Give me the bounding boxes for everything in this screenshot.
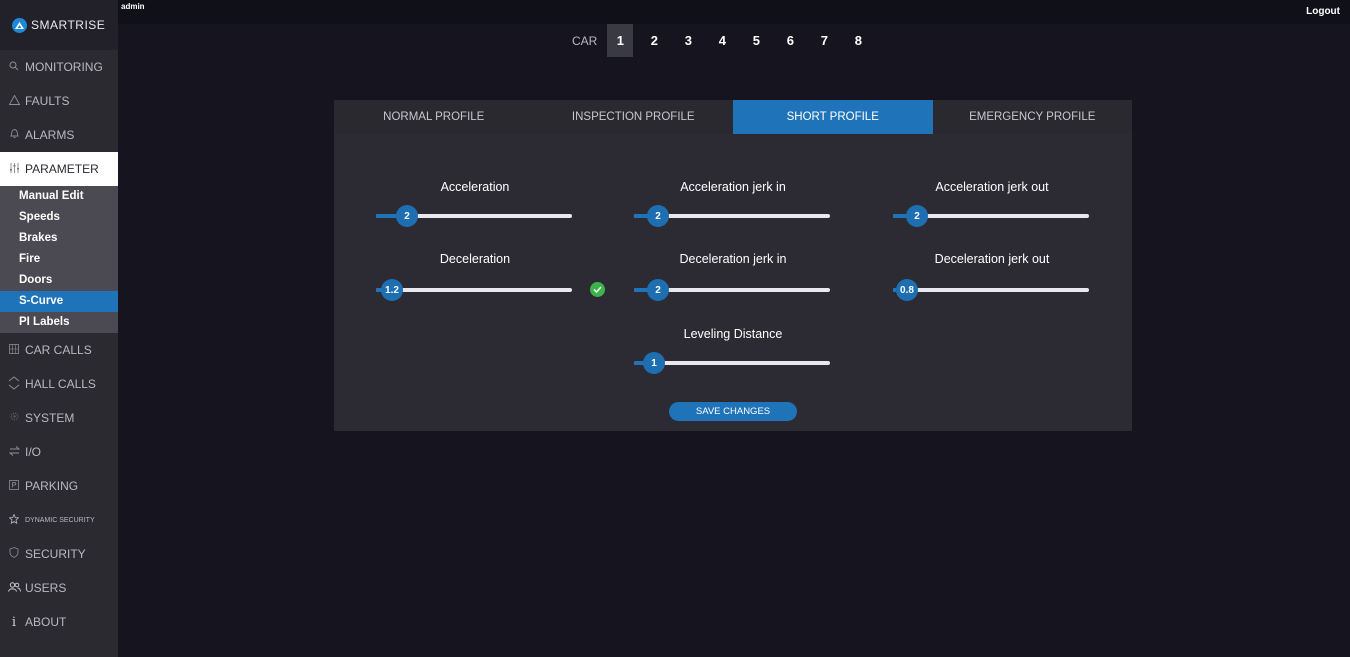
topbar: admin Logout [118, 0, 1350, 24]
slider-thumb[interactable]: 2 [647, 279, 669, 301]
car-5-button[interactable]: 5 [739, 24, 773, 57]
submenu-item-speeds[interactable]: Speeds [0, 207, 118, 228]
slider-thumb[interactable]: 1 [643, 352, 665, 374]
car-4-button[interactable]: 4 [705, 24, 739, 57]
accel-jerk-out-slider[interactable]: 2 [893, 205, 1089, 227]
tab-short-profile[interactable]: SHORT PROFILE [733, 100, 933, 134]
sidebar-item-label: ABOUT [25, 615, 67, 629]
profile-tabs: NORMAL PROFILE INSPECTION PROFILE SHORT … [334, 100, 1132, 134]
car-7-button[interactable]: 7 [807, 24, 841, 57]
car-selector: CAR 1 2 3 4 5 6 7 8 [560, 24, 875, 57]
slider-thumb[interactable]: 2 [647, 205, 669, 227]
sidebar-item-label: PARAMETER [25, 162, 99, 176]
sidebar-item-car-calls[interactable]: CAR CALLS [0, 333, 118, 367]
keypad-icon [8, 343, 20, 357]
current-user: admin [121, 2, 145, 11]
users-icon [8, 581, 21, 595]
parking-icon [8, 479, 20, 493]
swap-icon [8, 445, 20, 459]
sidebar-item-dynamic-security[interactable]: DYNAMIC SECURITY [0, 503, 118, 537]
sidebar-item-label: ALARMS [25, 128, 75, 142]
brand-logo[interactable]: SMARTRISE [0, 0, 118, 50]
info-icon: i [11, 614, 17, 630]
sidebar-item-label: MONITORING [25, 60, 103, 74]
accel-jerk-in-slider[interactable]: 2 [634, 205, 830, 227]
sidebar-item-about[interactable]: i ABOUT [0, 605, 118, 639]
star-icon [8, 512, 20, 527]
slider-thumb[interactable]: 1.2 [381, 279, 403, 301]
submenu-item-doors[interactable]: Doors [0, 270, 118, 291]
car-1-button[interactable]: 1 [607, 24, 634, 57]
sidebar: SMARTRISE MONITORING FAULTS ALARMS PARAM… [0, 0, 118, 657]
slider-thumb[interactable]: 2 [906, 205, 928, 227]
car-6-button[interactable]: 6 [773, 24, 807, 57]
slider-track [893, 288, 1089, 292]
car-3-button[interactable]: 3 [671, 24, 705, 57]
logout-link[interactable]: Logout [1306, 6, 1340, 17]
warning-icon [8, 94, 20, 108]
accel-jerk-out-label: Acceleration jerk out [935, 180, 1049, 194]
gear-icon [8, 412, 20, 424]
decel-jerk-out-slider[interactable]: 0.8 [893, 279, 1089, 301]
bell-icon [8, 128, 20, 142]
sidebar-item-label: HALL CALLS [25, 377, 96, 391]
submenu-item-pi-labels[interactable]: PI Labels [0, 312, 118, 333]
sidebar-item-io[interactable]: I/O [0, 435, 118, 469]
leveling-distance-label: Leveling Distance [683, 327, 783, 341]
decel-jerk-out-label: Deceleration jerk out [934, 252, 1050, 266]
submenu-item-s-curve[interactable]: S-Curve [0, 291, 118, 312]
sidebar-item-label: PARKING [25, 479, 79, 493]
decel-jerk-in-label: Deceleration jerk in [679, 252, 787, 266]
sidebar-item-security[interactable]: SECURITY [0, 537, 118, 571]
sidebar-item-parking[interactable]: PARKING [0, 469, 118, 503]
sidebar-item-monitoring[interactable]: MONITORING [0, 50, 118, 84]
shield-icon [8, 547, 20, 561]
car-2-button[interactable]: 2 [637, 24, 671, 57]
car-8-button[interactable]: 8 [841, 24, 875, 57]
tab-inspection-profile[interactable]: INSPECTION PROFILE [533, 100, 733, 134]
sidebar-item-label: SECURITY [25, 547, 86, 561]
sidebar-item-hall-calls[interactable]: HALL CALLS [0, 367, 118, 401]
acceleration-slider[interactable]: 2 [376, 205, 572, 227]
sidebar-item-faults[interactable]: FAULTS [0, 84, 118, 118]
submenu-item-fire[interactable]: Fire [0, 249, 118, 270]
smartrise-logo-icon [12, 17, 27, 33]
tab-normal-profile[interactable]: NORMAL PROFILE [334, 100, 534, 134]
parameter-submenu: Manual Edit Speeds Brakes Fire Doors S-C… [0, 186, 118, 333]
sidebar-item-label: SYSTEM [25, 411, 75, 425]
submenu-item-manual-edit[interactable]: Manual Edit [0, 186, 118, 207]
submenu-item-brakes[interactable]: Brakes [0, 228, 118, 249]
sidebar-item-label: USERS [25, 581, 67, 595]
saved-check-icon [590, 282, 605, 297]
decel-jerk-in-slider[interactable]: 2 [634, 279, 830, 301]
slider-track [376, 288, 572, 292]
sidebar-item-alarms[interactable]: ALARMS [0, 118, 118, 152]
save-changes-button[interactable]: SAVE CHANGES [669, 402, 797, 421]
search-icon [8, 61, 20, 74]
slider-thumb[interactable]: 0.8 [896, 279, 918, 301]
sidebar-item-label: I/O [25, 445, 42, 459]
slider-thumb[interactable]: 2 [396, 205, 418, 227]
accel-jerk-in-label: Acceleration jerk in [680, 180, 786, 194]
deceleration-label: Deceleration [439, 252, 511, 266]
s-curve-panel: NORMAL PROFILE INSPECTION PROFILE SHORT … [334, 100, 1132, 431]
leveling-distance-slider[interactable]: 1 [634, 352, 830, 374]
sidebar-item-users[interactable]: USERS [0, 571, 118, 605]
sidebar-item-system[interactable]: SYSTEM [0, 401, 118, 435]
tab-emergency-profile[interactable]: EMERGENCY PROFILE [932, 100, 1132, 134]
sidebar-item-label: CAR CALLS [25, 343, 92, 357]
sliders-icon [8, 162, 20, 176]
sidebar-item-parameter[interactable]: PARAMETER [0, 152, 118, 186]
sidebar-item-label: DYNAMIC SECURITY [25, 516, 95, 524]
sidebar-item-label: FAULTS [25, 94, 70, 108]
acceleration-label: Acceleration [440, 180, 510, 194]
up-down-icon [8, 375, 20, 393]
car-label: CAR [572, 33, 598, 48]
brand-name: SMARTRISE [31, 18, 106, 32]
deceleration-slider[interactable]: 1.2 [376, 279, 572, 301]
